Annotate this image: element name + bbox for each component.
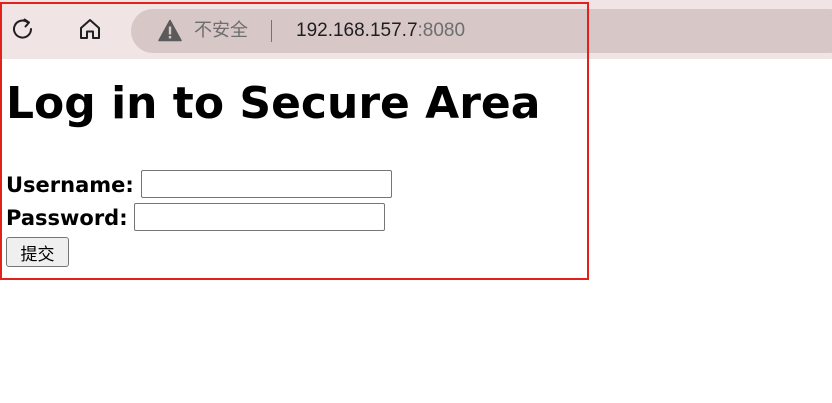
security-status-text[interactable]: 不安全 — [194, 19, 248, 43]
home-button[interactable] — [73, 12, 107, 46]
home-icon — [77, 16, 103, 42]
reload-icon — [10, 16, 36, 42]
browser-window: 不安全 192.168.157.7:8080 Log in to Secure … — [0, 0, 832, 403]
page-content: Log in to Secure Area Username: Password… — [6, 73, 541, 267]
browser-toolbar: 不安全 192.168.157.7:8080 — [0, 0, 832, 59]
submit-button[interactable]: 提交 — [6, 237, 69, 267]
login-form: Username: Password: 提交 — [6, 170, 426, 267]
reload-button[interactable] — [6, 12, 40, 46]
page-title: Log in to Secure Area — [6, 78, 541, 129]
url-port: :8080 — [417, 20, 466, 41]
url-host: 192.168.157.7 — [296, 20, 418, 41]
url-text[interactable]: 192.168.157.7:8080 — [296, 19, 465, 43]
address-separator — [271, 20, 272, 42]
username-row: Username: — [6, 170, 426, 203]
warning-triangle-icon[interactable] — [158, 19, 182, 43]
username-label: Username: — [6, 173, 134, 197]
username-input[interactable] — [141, 170, 392, 198]
password-label: Password: — [6, 206, 128, 230]
password-row: Password: — [6, 203, 426, 236]
address-bar[interactable]: 不安全 192.168.157.7:8080 — [131, 9, 832, 53]
password-input[interactable] — [134, 203, 385, 231]
